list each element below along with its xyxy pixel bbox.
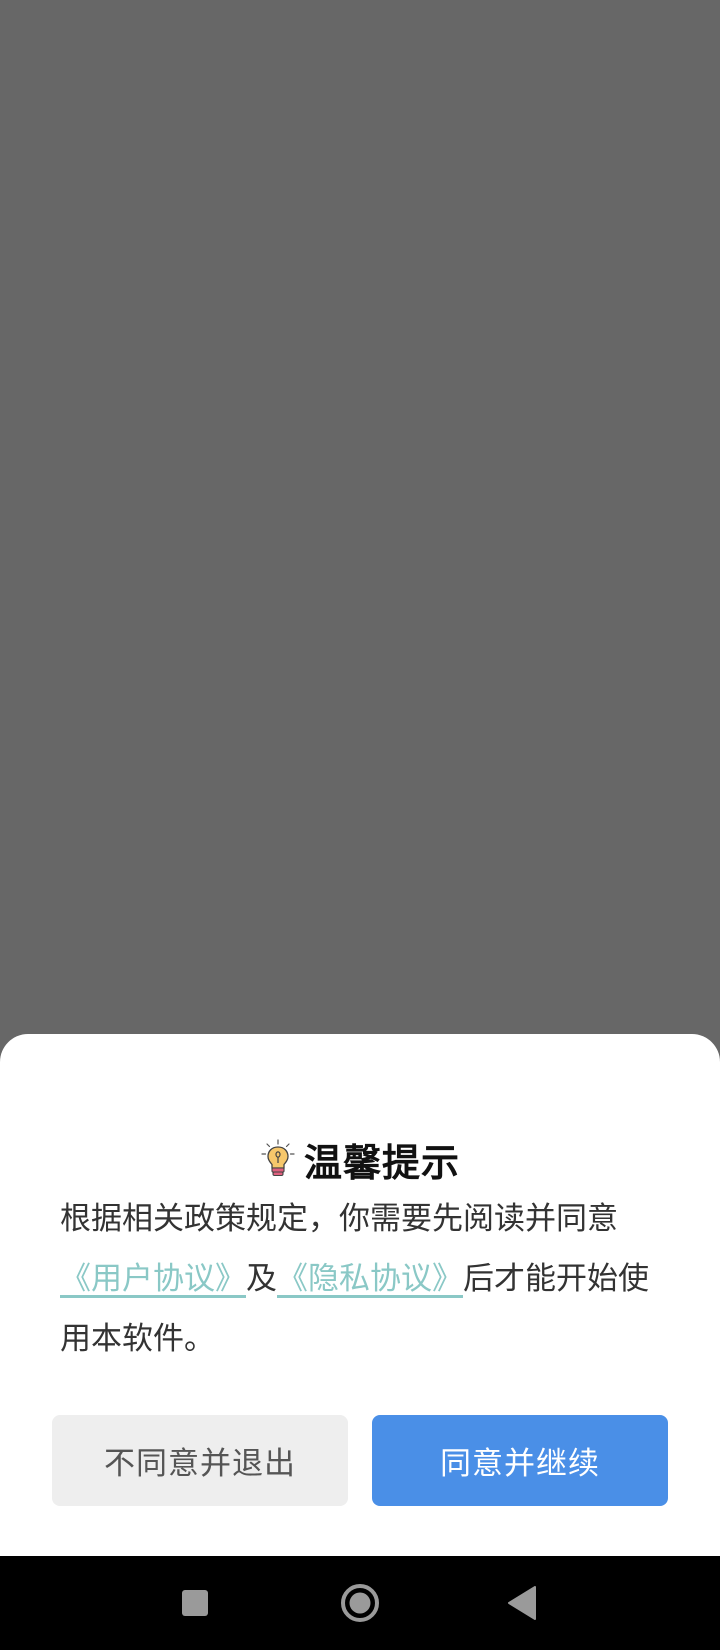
recent-apps-button[interactable] — [145, 1556, 245, 1650]
circle-home-icon — [341, 1584, 379, 1622]
back-button[interactable] — [472, 1556, 572, 1650]
dialog-message: 根据相关政策规定，你需要先阅读并同意《用户协议》及《隐私协议》后才能开始使用本软… — [60, 1189, 670, 1369]
home-button[interactable] — [310, 1556, 410, 1650]
lightbulb-icon — [261, 1139, 295, 1177]
user-agreement-link[interactable]: 《用户协议》 — [60, 1261, 246, 1297]
dialog-title: 温馨提示 — [303, 1140, 460, 1185]
triangle-back-icon — [508, 1586, 536, 1620]
privacy-agreement-link[interactable]: 《隐私协议》 — [277, 1261, 463, 1297]
message-text-and: 及 — [246, 1261, 277, 1297]
privacy-consent-dialog: 温馨提示 根据相关政策规定，你需要先阅读并同意《用户协议》及《隐私协议》后才能开… — [0, 1034, 720, 1556]
modal-backdrop[interactable] — [0, 0, 720, 1034]
system-navigation-bar — [0, 1556, 720, 1650]
dialog-header: 温馨提示 — [0, 1134, 720, 1185]
accept-and-continue-button[interactable]: 同意并继续 — [372, 1415, 668, 1506]
square-recent-apps-icon — [182, 1590, 208, 1616]
decline-and-exit-button[interactable]: 不同意并退出 — [52, 1415, 348, 1506]
message-text-part1: 根据相关政策规定，你需要先阅读并同意 — [60, 1201, 618, 1237]
